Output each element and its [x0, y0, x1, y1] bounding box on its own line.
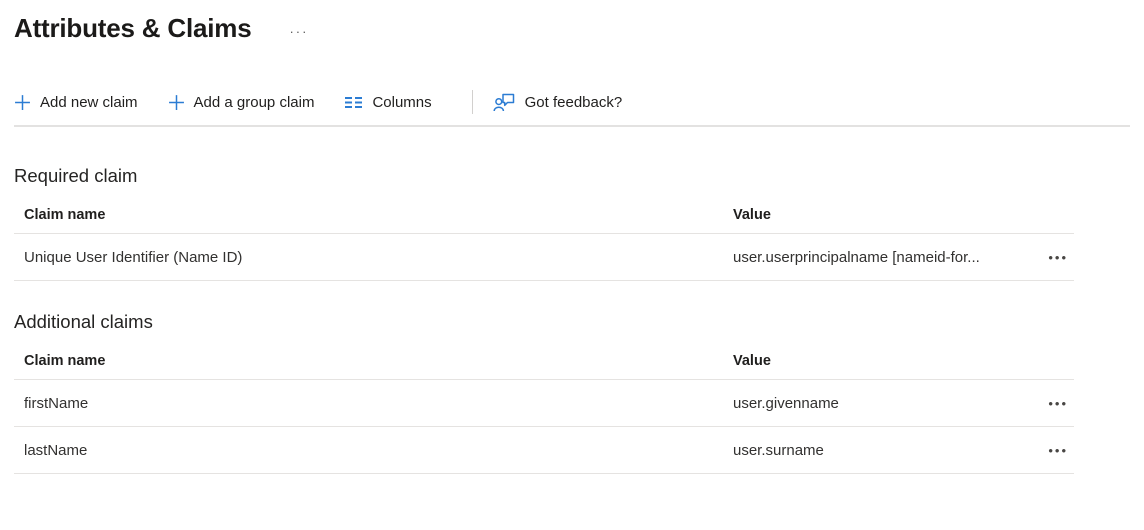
- row-menu-icon[interactable]: •••: [1048, 440, 1074, 461]
- section-heading: Required claim: [14, 165, 1130, 187]
- page-header: Attributes & Claims ···: [14, 0, 1130, 44]
- table-row[interactable]: Unique User Identifier (Name ID) user.us…: [14, 234, 1074, 281]
- more-options-icon[interactable]: ···: [287, 25, 310, 38]
- table-header: Claim name Value: [14, 347, 1074, 380]
- additional-claims-table: Claim name Value firstName user.givennam…: [14, 347, 1074, 474]
- additional-claims-section: Additional claims Claim name Value first…: [14, 311, 1130, 474]
- table-header: Claim name Value: [14, 201, 1074, 234]
- got-feedback-button[interactable]: Got feedback?: [493, 92, 623, 113]
- columns-label: Columns: [372, 94, 431, 111]
- add-group-claim-label: Add a group claim: [194, 94, 315, 111]
- feedback-person-icon: [493, 92, 516, 113]
- claim-value-cell: user.userprincipalname [nameid-for...: [723, 249, 1022, 266]
- plus-icon: [14, 94, 31, 111]
- column-header-claim-name: Claim name: [14, 207, 723, 223]
- add-new-claim-label: Add new claim: [40, 94, 138, 111]
- table-row[interactable]: firstName user.givenname •••: [14, 380, 1074, 427]
- toolbar-divider: [472, 90, 473, 114]
- required-claim-section: Required claim Claim name Value Unique U…: [14, 165, 1130, 281]
- add-group-claim-button[interactable]: Add a group claim: [168, 94, 315, 111]
- add-new-claim-button[interactable]: Add new claim: [14, 94, 138, 111]
- claim-value-cell: user.surname: [723, 442, 1022, 459]
- column-header-value: Value: [723, 353, 1022, 369]
- columns-button[interactable]: Columns: [344, 94, 431, 111]
- column-header-value: Value: [723, 207, 1022, 223]
- page-title: Attributes & Claims: [14, 13, 251, 44]
- got-feedback-label: Got feedback?: [525, 94, 623, 111]
- command-bar: Add new claim Add a group claim Columns: [14, 88, 1130, 116]
- table-row[interactable]: lastName user.surname •••: [14, 427, 1074, 474]
- row-menu-icon[interactable]: •••: [1048, 393, 1074, 414]
- section-heading: Additional claims: [14, 311, 1130, 333]
- required-claims-table: Claim name Value Unique User Identifier …: [14, 201, 1074, 281]
- columns-icon: [344, 95, 363, 110]
- plus-icon: [168, 94, 185, 111]
- claim-name-cell: lastName: [14, 442, 723, 459]
- toolbar-underline: [14, 125, 1130, 127]
- column-header-claim-name: Claim name: [14, 353, 723, 369]
- claim-value-cell: user.givenname: [723, 395, 1022, 412]
- row-menu-icon[interactable]: •••: [1048, 247, 1074, 268]
- claim-name-cell: Unique User Identifier (Name ID): [14, 249, 723, 266]
- claim-name-cell: firstName: [14, 395, 723, 412]
- attributes-claims-page: Attributes & Claims ··· Add new claim Ad…: [0, 0, 1144, 474]
